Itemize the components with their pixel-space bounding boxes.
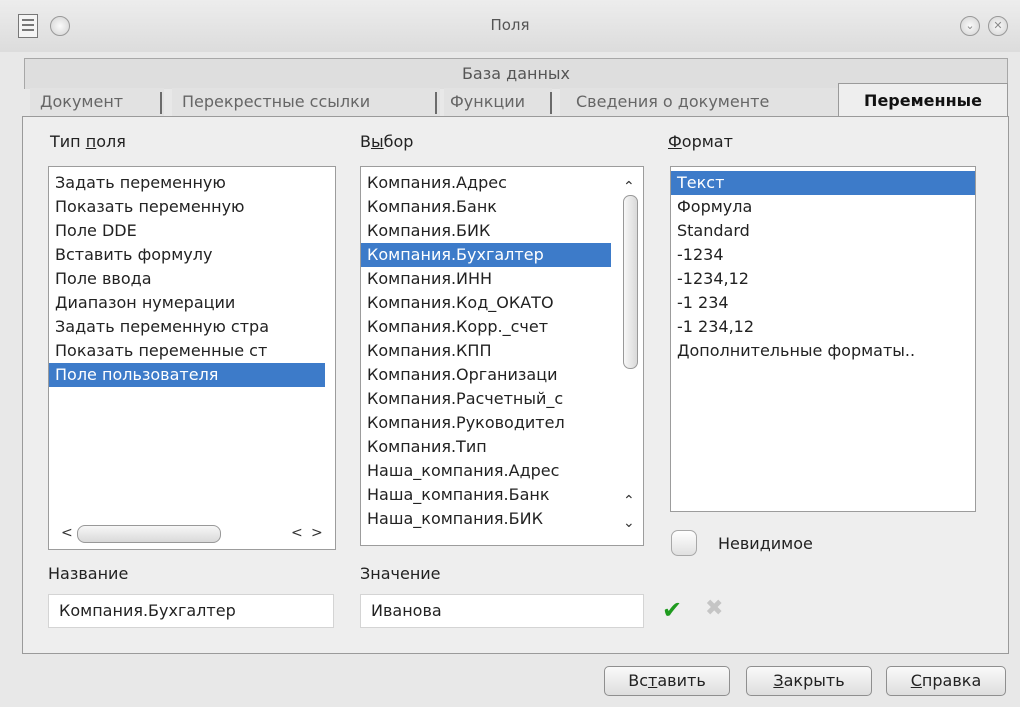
tab-separator [435, 92, 437, 114]
scroll-up-icon[interactable]: ⌃ [623, 179, 635, 195]
list-item[interactable]: Поле пользователя [49, 363, 325, 387]
list-item[interactable]: Компания.Код_ОКАТО [361, 291, 611, 315]
list-item[interactable]: -1234,12 [671, 267, 975, 291]
scroll-thumb[interactable] [623, 195, 638, 369]
list-item[interactable]: Компания.БИК [361, 219, 611, 243]
invisible-label: Невидимое [718, 534, 813, 553]
format-list[interactable]: Текст Формула Standard -1234 -1234,12 -1 234-… [670, 166, 976, 512]
list-item[interactable]: Диапазон нумерации [49, 291, 325, 315]
list-item[interactable]: Компания.Организаци [361, 363, 611, 387]
selection-list[interactable]: Компания.Адрес Компания.Банк Компания.БИК К… [360, 166, 644, 546]
list-item[interactable]: Наша_компания.Адрес [361, 459, 611, 483]
list-item[interactable]: Компания.Адрес [361, 171, 611, 195]
list-item[interactable]: Поле DDE [49, 219, 325, 243]
scroll-left-icon[interactable]: < [291, 525, 303, 541]
delete-x-icon[interactable]: ✖ [705, 596, 723, 621]
list-item[interactable]: Компания.Расчетный_с [361, 387, 611, 411]
window-title: Поля [490, 16, 530, 34]
tab-separator [550, 92, 552, 114]
list-item[interactable]: Компания.Банк [361, 195, 611, 219]
list-item[interactable]: Компания.Бухгалтер [361, 243, 611, 267]
list-item[interactable]: -1 234,12 [671, 315, 975, 339]
list-item[interactable]: -1 234 [671, 291, 975, 315]
format-label: Формат [668, 132, 733, 151]
list-item[interactable]: Дополнительные форматы.. [671, 339, 975, 363]
help-button[interactable]: Справка [886, 666, 1006, 696]
type-field-label: Тип поля [50, 132, 126, 151]
list-item[interactable]: Показать переменную [49, 195, 325, 219]
list-item[interactable]: Задать переменную стра [49, 315, 325, 339]
list-item[interactable]: Показать переменные ст [49, 339, 325, 363]
type-field-list[interactable]: Задать переменную Показать переменную Поле… [48, 166, 336, 550]
tab-document[interactable]: Документ [30, 88, 164, 116]
insert-button[interactable]: Вставить [604, 666, 730, 696]
minimize-icon[interactable]: ⌄ [960, 16, 980, 36]
apply-check-icon[interactable]: ✔ [662, 596, 682, 624]
close-window-icon[interactable]: ✕ [988, 16, 1008, 36]
list-item[interactable]: Наша_компания.Банк [361, 483, 611, 507]
tab-document-info[interactable]: Сведения о документе [560, 88, 844, 116]
list-item[interactable]: Вставить формулу [49, 243, 325, 267]
list-item[interactable]: Наша_компания.БИК [361, 507, 611, 531]
list-item[interactable]: Текст [671, 171, 975, 195]
type-horizontal-scrollbar[interactable]: < < > [55, 523, 329, 545]
list-item[interactable]: Задать переменную [49, 171, 325, 195]
tab-variables[interactable]: Переменные [838, 83, 1008, 116]
list-item[interactable]: Компания.Руководител [361, 411, 611, 435]
list-item[interactable]: Поле ввода [49, 267, 325, 291]
list-item[interactable]: Формула [671, 195, 975, 219]
selection-vertical-scrollbar[interactable]: ⌃ ⌃ ⌄ [621, 175, 639, 537]
list-item[interactable]: Компания.КПП [361, 339, 611, 363]
value-label: Значение [360, 564, 441, 583]
list-item[interactable]: Компания.Корр._счет [361, 315, 611, 339]
tab-separator [160, 92, 162, 114]
name-label: Название [48, 564, 129, 583]
scroll-right-icon[interactable]: > [311, 525, 323, 541]
value-field[interactable]: Иванова [360, 594, 644, 628]
list-item[interactable]: Компания.ИНН [361, 267, 611, 291]
invisible-checkbox[interactable] [671, 530, 697, 556]
scroll-up-icon[interactable]: ⌃ [623, 493, 635, 509]
list-item[interactable]: Компания.Тип [361, 435, 611, 459]
selection-label: Выбор [360, 132, 414, 151]
scroll-down-icon[interactable]: ⌄ [623, 515, 635, 531]
close-button[interactable]: Закрыть [746, 666, 872, 696]
scroll-left-icon[interactable]: < [61, 525, 73, 541]
scroll-thumb[interactable] [77, 525, 221, 543]
title-bar: Поля ⌄ ✕ [0, 0, 1020, 52]
tab-functions[interactable]: Функции [444, 88, 552, 116]
list-item[interactable]: -1234 [671, 243, 975, 267]
tab-cross-references[interactable]: Перекрестные ссылки [172, 88, 440, 116]
name-field[interactable]: Компания.Бухгалтер [48, 594, 334, 628]
list-item[interactable]: Standard [671, 219, 975, 243]
